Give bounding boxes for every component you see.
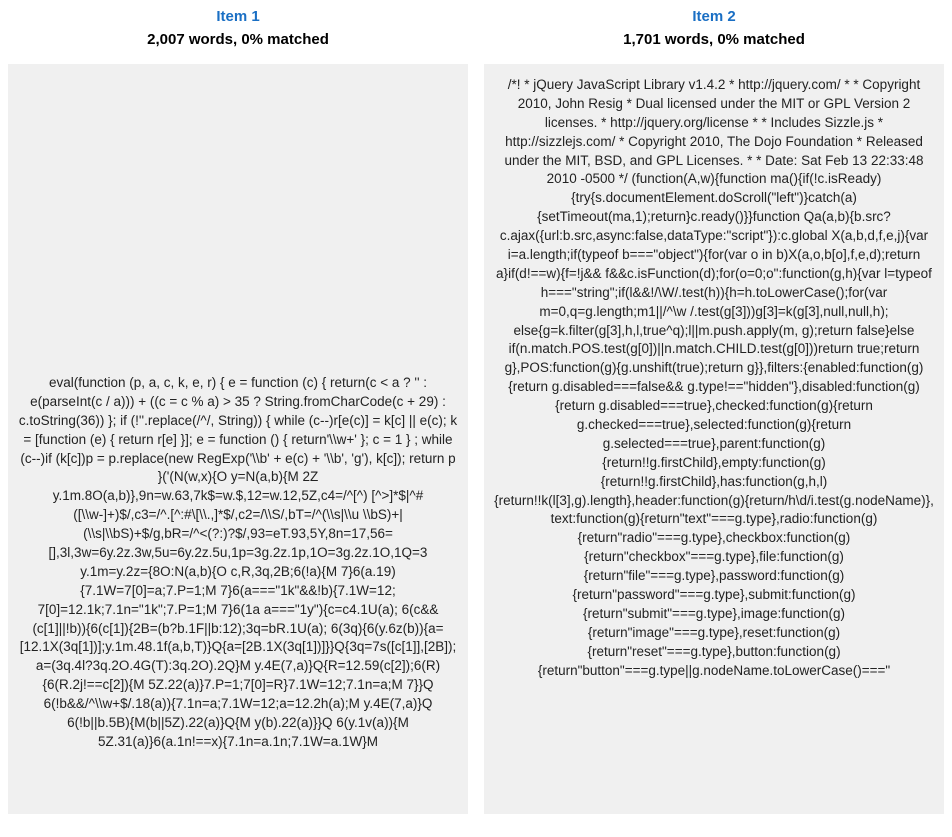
content-box-item-2[interactable]: /*! * jQuery JavaScript Library v1.4.2 *… xyxy=(484,64,944,814)
item-2-stats: 1,701 words, 0% matched xyxy=(476,31,952,48)
comparison-container: Item 1 2,007 words, 0% matched eval(func… xyxy=(0,0,952,814)
item-1-title: Item 1 xyxy=(0,8,476,25)
header-item-2: Item 2 1,701 words, 0% matched xyxy=(476,0,952,64)
header-item-1: Item 1 2,007 words, 0% matched xyxy=(0,0,476,64)
content-box-item-1[interactable]: eval(function (p, a, c, k, e, r) { e = f… xyxy=(8,64,468,814)
item-2-title: Item 2 xyxy=(476,8,952,25)
item-1-stats: 2,007 words, 0% matched xyxy=(0,31,476,48)
column-item-2: Item 2 1,701 words, 0% matched /*! * jQu… xyxy=(476,0,952,814)
content-text-item-2: /*! * jQuery JavaScript Library v1.4.2 *… xyxy=(494,76,934,681)
content-text-item-1: eval(function (p, a, c, k, e, r) { e = f… xyxy=(18,374,458,752)
column-item-1: Item 1 2,007 words, 0% matched eval(func… xyxy=(0,0,476,814)
